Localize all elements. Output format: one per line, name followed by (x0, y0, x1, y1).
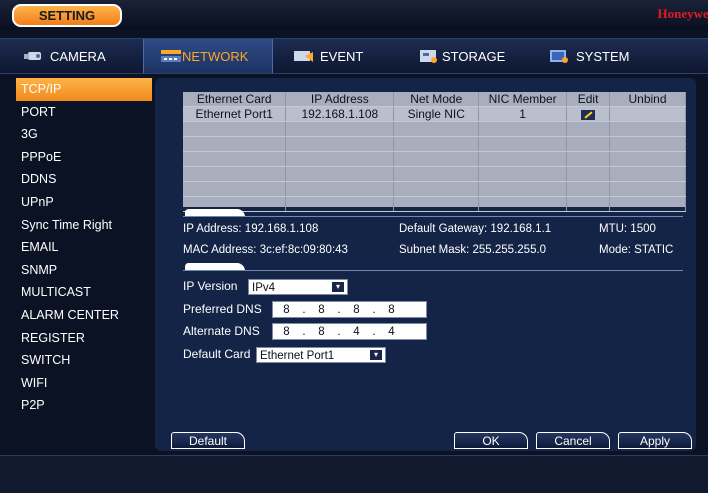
dot: . (302, 325, 306, 338)
edit-pencil-icon[interactable] (581, 109, 596, 120)
settings-sidebar: TCP/IP PORT 3G PPPoE DDNS UPnP Sync Time… (16, 78, 152, 438)
brand-logo: Honeywell (657, 6, 708, 21)
sidebar-item-email[interactable]: EMAIL (16, 236, 152, 259)
table-row[interactable] (183, 196, 686, 212)
main-nav: CAMERA NETWORK EVENT STORAGE SYSTEM (0, 38, 708, 74)
default-card-value: Ethernet Port1 (260, 350, 335, 362)
octet: 8 (318, 325, 325, 338)
mac-address-info: MAC Address: 3c:ef:8c:09:80:43 (183, 244, 348, 256)
sidebar-item-sync-time-right[interactable]: Sync Time Right (16, 214, 152, 237)
table-row[interactable] (183, 136, 686, 152)
octet: 4 (388, 325, 395, 338)
table-row[interactable] (183, 121, 686, 137)
sidebar-item-pppoe[interactable]: PPPoE (16, 146, 152, 169)
column-header: NIC Member (478, 92, 568, 107)
ok-button[interactable]: OK (454, 432, 528, 449)
alternate-dns-input[interactable]: 8. 8. 4. 4 (272, 323, 427, 340)
storage-icon (418, 48, 440, 64)
octet: 8 (353, 303, 360, 316)
column-header: IP Address (285, 92, 395, 107)
ip-version-label: IP Version (183, 279, 238, 293)
tab-label: NETWORK (182, 48, 249, 64)
octet: 8 (283, 325, 290, 338)
octet: 8 (283, 303, 290, 316)
table-row[interactable] (183, 151, 686, 167)
column-header: Edit (566, 92, 611, 107)
sidebar-item-multicast[interactable]: MULTICAST (16, 281, 152, 304)
octet: 4 (353, 325, 360, 338)
cell-mode: Single NIC (393, 106, 480, 122)
sidebar-item-alarm-center[interactable]: ALARM CENTER (16, 304, 152, 327)
sidebar-item-register[interactable]: REGISTER (16, 327, 152, 350)
sidebar-item-ddns[interactable]: DDNS (16, 168, 152, 191)
subnet-mask-info: Subnet Mask: 255.255.255.0 (399, 244, 547, 256)
nic-table: Ethernet Card IP Address Net Mode NIC Me… (183, 92, 686, 212)
chevron-down-icon: ▾ (370, 350, 382, 360)
cell-member: 1 (478, 106, 568, 122)
octet: 8 (388, 303, 395, 316)
dvr-setting-screen: SETTING Honeywell CAMERA NETWORK EVENT (0, 0, 708, 493)
system-icon (548, 48, 570, 64)
cell-unbind (609, 106, 686, 122)
table-row[interactable]: Ethernet Port1 192.168.1.108 Single NIC … (183, 106, 686, 122)
cell-ip: 192.168.1.108 (285, 106, 395, 122)
tab-label: EVENT (320, 48, 364, 64)
octet: 8 (318, 303, 325, 316)
mode-info: Mode: STATIC (599, 244, 674, 256)
column-header: Ethernet Card (183, 92, 287, 107)
tab-network[interactable]: NETWORK (143, 39, 273, 73)
sidebar-item-wifi[interactable]: WIFI (16, 372, 152, 395)
column-header: Net Mode (393, 92, 480, 107)
apply-button[interactable]: Apply (618, 432, 692, 449)
dot: . (372, 303, 376, 316)
sidebar-item-snmp[interactable]: SNMP (16, 259, 152, 282)
preferred-dns-input[interactable]: 8. 8. 8. 8 (272, 301, 427, 318)
preferred-dns-label: Preferred DNS (183, 302, 262, 316)
tab-event[interactable]: EVENT (292, 39, 412, 73)
dot: . (337, 325, 341, 338)
sidebar-item-3g[interactable]: 3G (16, 123, 152, 146)
cell-edit (566, 106, 611, 122)
ip-version-value: IPv4 (252, 282, 276, 294)
tab-system[interactable]: SYSTEM (548, 39, 668, 73)
alternate-dns-label: Alternate DNS (183, 324, 260, 338)
top-bar: SETTING Honeywell (0, 0, 708, 30)
table-header: Ethernet Card IP Address Net Mode NIC Me… (183, 92, 686, 107)
tab-label: STORAGE (442, 48, 506, 64)
tab-label: CAMERA (50, 48, 106, 64)
column-header: Unbind (609, 92, 686, 107)
divider (183, 270, 683, 271)
dot: . (337, 303, 341, 316)
tab-label: SYSTEM (576, 48, 630, 64)
default-card-label: Default Card (183, 347, 251, 361)
sidebar-item-upnp[interactable]: UPnP (16, 191, 152, 214)
cancel-button[interactable]: Cancel (536, 432, 610, 449)
table-row[interactable] (183, 181, 686, 197)
cell-card: Ethernet Port1 (183, 106, 287, 122)
divider (183, 216, 683, 217)
sidebar-item-p2p[interactable]: P2P (16, 394, 152, 417)
setting-button[interactable]: SETTING (12, 4, 122, 27)
status-bar (0, 455, 708, 493)
sidebar-item-port[interactable]: PORT (16, 101, 152, 124)
default-button[interactable]: Default (171, 432, 245, 449)
event-icon (292, 48, 314, 64)
dot: . (302, 303, 306, 316)
chevron-down-icon: ▾ (332, 282, 344, 292)
tcpip-panel: Ethernet Card IP Address Net Mode NIC Me… (155, 78, 696, 451)
default-card-select[interactable]: Ethernet Port1 ▾ (256, 347, 386, 363)
ip-version-select[interactable]: IPv4 ▾ (248, 279, 348, 295)
camera-icon (22, 48, 44, 64)
network-icon (160, 48, 182, 64)
sidebar-item-switch[interactable]: SWITCH (16, 349, 152, 372)
sidebar-item-tcpip[interactable]: TCP/IP (16, 78, 152, 101)
tab-storage[interactable]: STORAGE (418, 39, 538, 73)
table-row[interactable] (183, 166, 686, 182)
dot: . (372, 325, 376, 338)
ip-address-info: IP Address: 192.168.1.108 (183, 223, 319, 235)
mtu-info: MTU: 1500 (599, 223, 656, 235)
default-gateway-info: Default Gateway: 192.168.1.1 (399, 223, 552, 235)
tab-camera[interactable]: CAMERA (22, 39, 134, 73)
